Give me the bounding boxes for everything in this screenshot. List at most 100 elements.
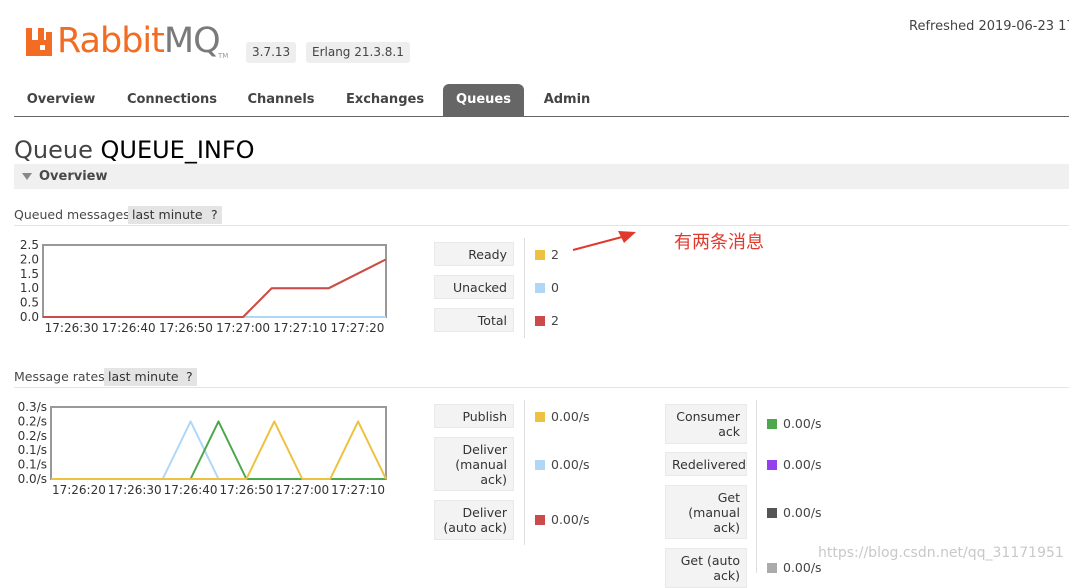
x-tick-label: 17:26:40 xyxy=(102,321,156,335)
overview-section-toggle[interactable]: Overview xyxy=(14,164,1069,189)
stat-consumer-ack-value: 0.00/s xyxy=(767,416,822,431)
stat-separator xyxy=(524,400,525,545)
publish-color-swatch xyxy=(535,412,545,422)
stat-deliver-auto-label: Deliver (auto ack) xyxy=(434,500,514,540)
stat-separator xyxy=(524,238,525,338)
stat-deliver-auto-rate: 0.00/s xyxy=(551,512,590,527)
tab-channels[interactable]: Channels xyxy=(238,84,324,116)
message-rates-label: Message rates xyxy=(14,369,105,384)
stat-ready-number: 2 xyxy=(551,247,559,262)
y-tick-label: 0.2/s xyxy=(18,429,47,443)
stat-deliver-manual-rate: 0.00/s xyxy=(551,457,590,472)
stat-get-manual-value: 0.00/s xyxy=(767,505,822,520)
stat-publish-value: 0.00/s xyxy=(535,409,590,424)
x-tick-label: 17:26:30 xyxy=(108,483,162,497)
deliver-auto-color-swatch xyxy=(535,515,545,525)
x-tick-label: 17:27:00 xyxy=(275,483,329,497)
y-tick-label: 0.1/s xyxy=(18,443,47,457)
x-tick-label: 17:27:00 xyxy=(216,321,270,335)
message-rates-chart: 0.0/s0.1/s0.1/s0.2/s0.2/s0.3/s17:26:20 17… xyxy=(18,400,387,497)
chart-plot-area xyxy=(42,244,387,318)
stat-total-value: 2 xyxy=(535,313,559,328)
redelivered-color-swatch xyxy=(767,460,777,470)
queue-name: QUEUE_INFO xyxy=(100,136,255,164)
get-manual-color-swatch xyxy=(767,508,777,518)
annotation-arrow-icon xyxy=(572,231,636,251)
stat-total-number: 2 xyxy=(551,313,559,328)
stat-get-auto-label: Get (auto ack) xyxy=(665,548,747,588)
tab-overview[interactable]: Overview xyxy=(17,84,105,116)
ready-color-swatch xyxy=(535,250,545,260)
divider xyxy=(14,387,1069,388)
y-tick-label: 0.0/s xyxy=(18,472,47,486)
y-tick-label: 0.1/s xyxy=(18,458,47,472)
y-tick-label: 2.5 xyxy=(20,238,39,252)
logo-rabbit-text: Rabbit xyxy=(57,21,165,61)
message-rates-heading: Message rates last minute ? xyxy=(14,367,244,387)
refreshed-timestamp: Refreshed 2019-06-23 17: xyxy=(909,19,1069,34)
stat-redelivered-rate: 0.00/s xyxy=(783,457,822,472)
y-tick-label: 0.2/s xyxy=(18,414,47,428)
stat-unacked-value: 0 xyxy=(535,280,559,295)
y-tick-label: 0.5 xyxy=(20,296,39,310)
total-color-swatch xyxy=(535,316,545,326)
x-tick-label: 17:27:10 xyxy=(273,321,327,335)
y-tick-label: 1.5 xyxy=(20,267,39,281)
logo-trademark: TM xyxy=(218,52,229,60)
y-tick-label: 2.0 xyxy=(20,252,39,266)
message-rates-help-button[interactable]: ? xyxy=(182,368,197,386)
logo-mq-text: MQ xyxy=(163,21,221,61)
rabbitmq-logo: RabbitMQ TM xyxy=(26,21,236,61)
x-tick-label: 17:26:40 xyxy=(164,483,218,497)
tab-admin[interactable]: Admin xyxy=(534,84,600,116)
consumer-ack-color-swatch xyxy=(767,419,777,429)
rabbitmq-logo-icon xyxy=(26,28,52,56)
stat-publish-rate: 0.00/s xyxy=(551,409,590,424)
erlang-version-badge: Erlang 21.3.8.1 xyxy=(306,42,410,63)
tab-queues[interactable]: Queues xyxy=(443,84,524,116)
stat-unacked-number: 0 xyxy=(551,280,559,295)
tab-connections[interactable]: Connections xyxy=(119,84,225,116)
y-tick-label: 0.3/s xyxy=(18,400,47,414)
stat-redelivered-label: Redelivered xyxy=(665,452,747,476)
stat-unacked-label: Unacked xyxy=(434,275,514,299)
divider xyxy=(14,225,1069,226)
y-tick-label: 0.0 xyxy=(20,310,39,324)
overview-section-label: Overview xyxy=(39,169,108,184)
stat-consumer-ack-rate: 0.00/s xyxy=(783,416,822,431)
stat-get-manual-rate: 0.00/s xyxy=(783,505,822,520)
queued-messages-range-selector[interactable]: last minute xyxy=(128,206,207,224)
queued-messages-chart: 0.00.51.01.52.02.5 17:26:30 17:26:40 17:26:… xyxy=(20,238,387,335)
unacked-color-swatch xyxy=(535,283,545,293)
queued-messages-help-button[interactable]: ? xyxy=(207,206,222,224)
page-title: Queue QUEUE_INFO xyxy=(14,136,255,164)
main-nav-tabs: Overview Connections Channels Exchanges … xyxy=(14,84,1069,117)
stat-separator xyxy=(756,400,757,573)
x-tick-label: 17:26:20 xyxy=(52,483,106,497)
message-rates-range-selector[interactable]: last minute xyxy=(104,368,183,386)
deliver-manual-color-swatch xyxy=(535,460,545,470)
y-tick-label: 1.0 xyxy=(20,281,39,295)
logo-wordmark: RabbitMQ xyxy=(57,21,221,61)
stat-ready-value: 2 xyxy=(535,247,559,262)
stat-publish-label: Publish xyxy=(434,404,514,428)
x-tick-label: 17:27:10 xyxy=(331,483,385,497)
queued-messages-heading: Queued messages last minute ? xyxy=(14,205,244,225)
stat-redelivered-value: 0.00/s xyxy=(767,457,822,472)
get-auto-color-swatch xyxy=(767,563,777,573)
stat-total-label: Total xyxy=(434,308,514,332)
collapse-triangle-icon xyxy=(22,173,32,180)
queued-messages-label: Queued messages xyxy=(14,207,130,222)
stat-ready-label: Ready xyxy=(434,242,514,266)
stat-deliver-auto-value: 0.00/s xyxy=(535,512,590,527)
x-tick-label: 17:26:30 xyxy=(45,321,99,335)
stat-deliver-manual-label: Deliver (manual ack) xyxy=(434,437,514,491)
stat-consumer-ack-label: Consumer ack xyxy=(665,404,747,444)
watermark-text: https://blog.csdn.net/qq_31171951 xyxy=(818,545,1064,561)
version-badge: 3.7.13 xyxy=(246,42,297,63)
x-tick-label: 17:26:50 xyxy=(219,483,273,497)
tab-exchanges[interactable]: Exchanges xyxy=(337,84,433,116)
page-title-prefix: Queue xyxy=(14,136,93,164)
stat-get-manual-label: Get (manual ack) xyxy=(665,485,747,539)
annotation-text: 有两条消息 xyxy=(674,232,764,253)
